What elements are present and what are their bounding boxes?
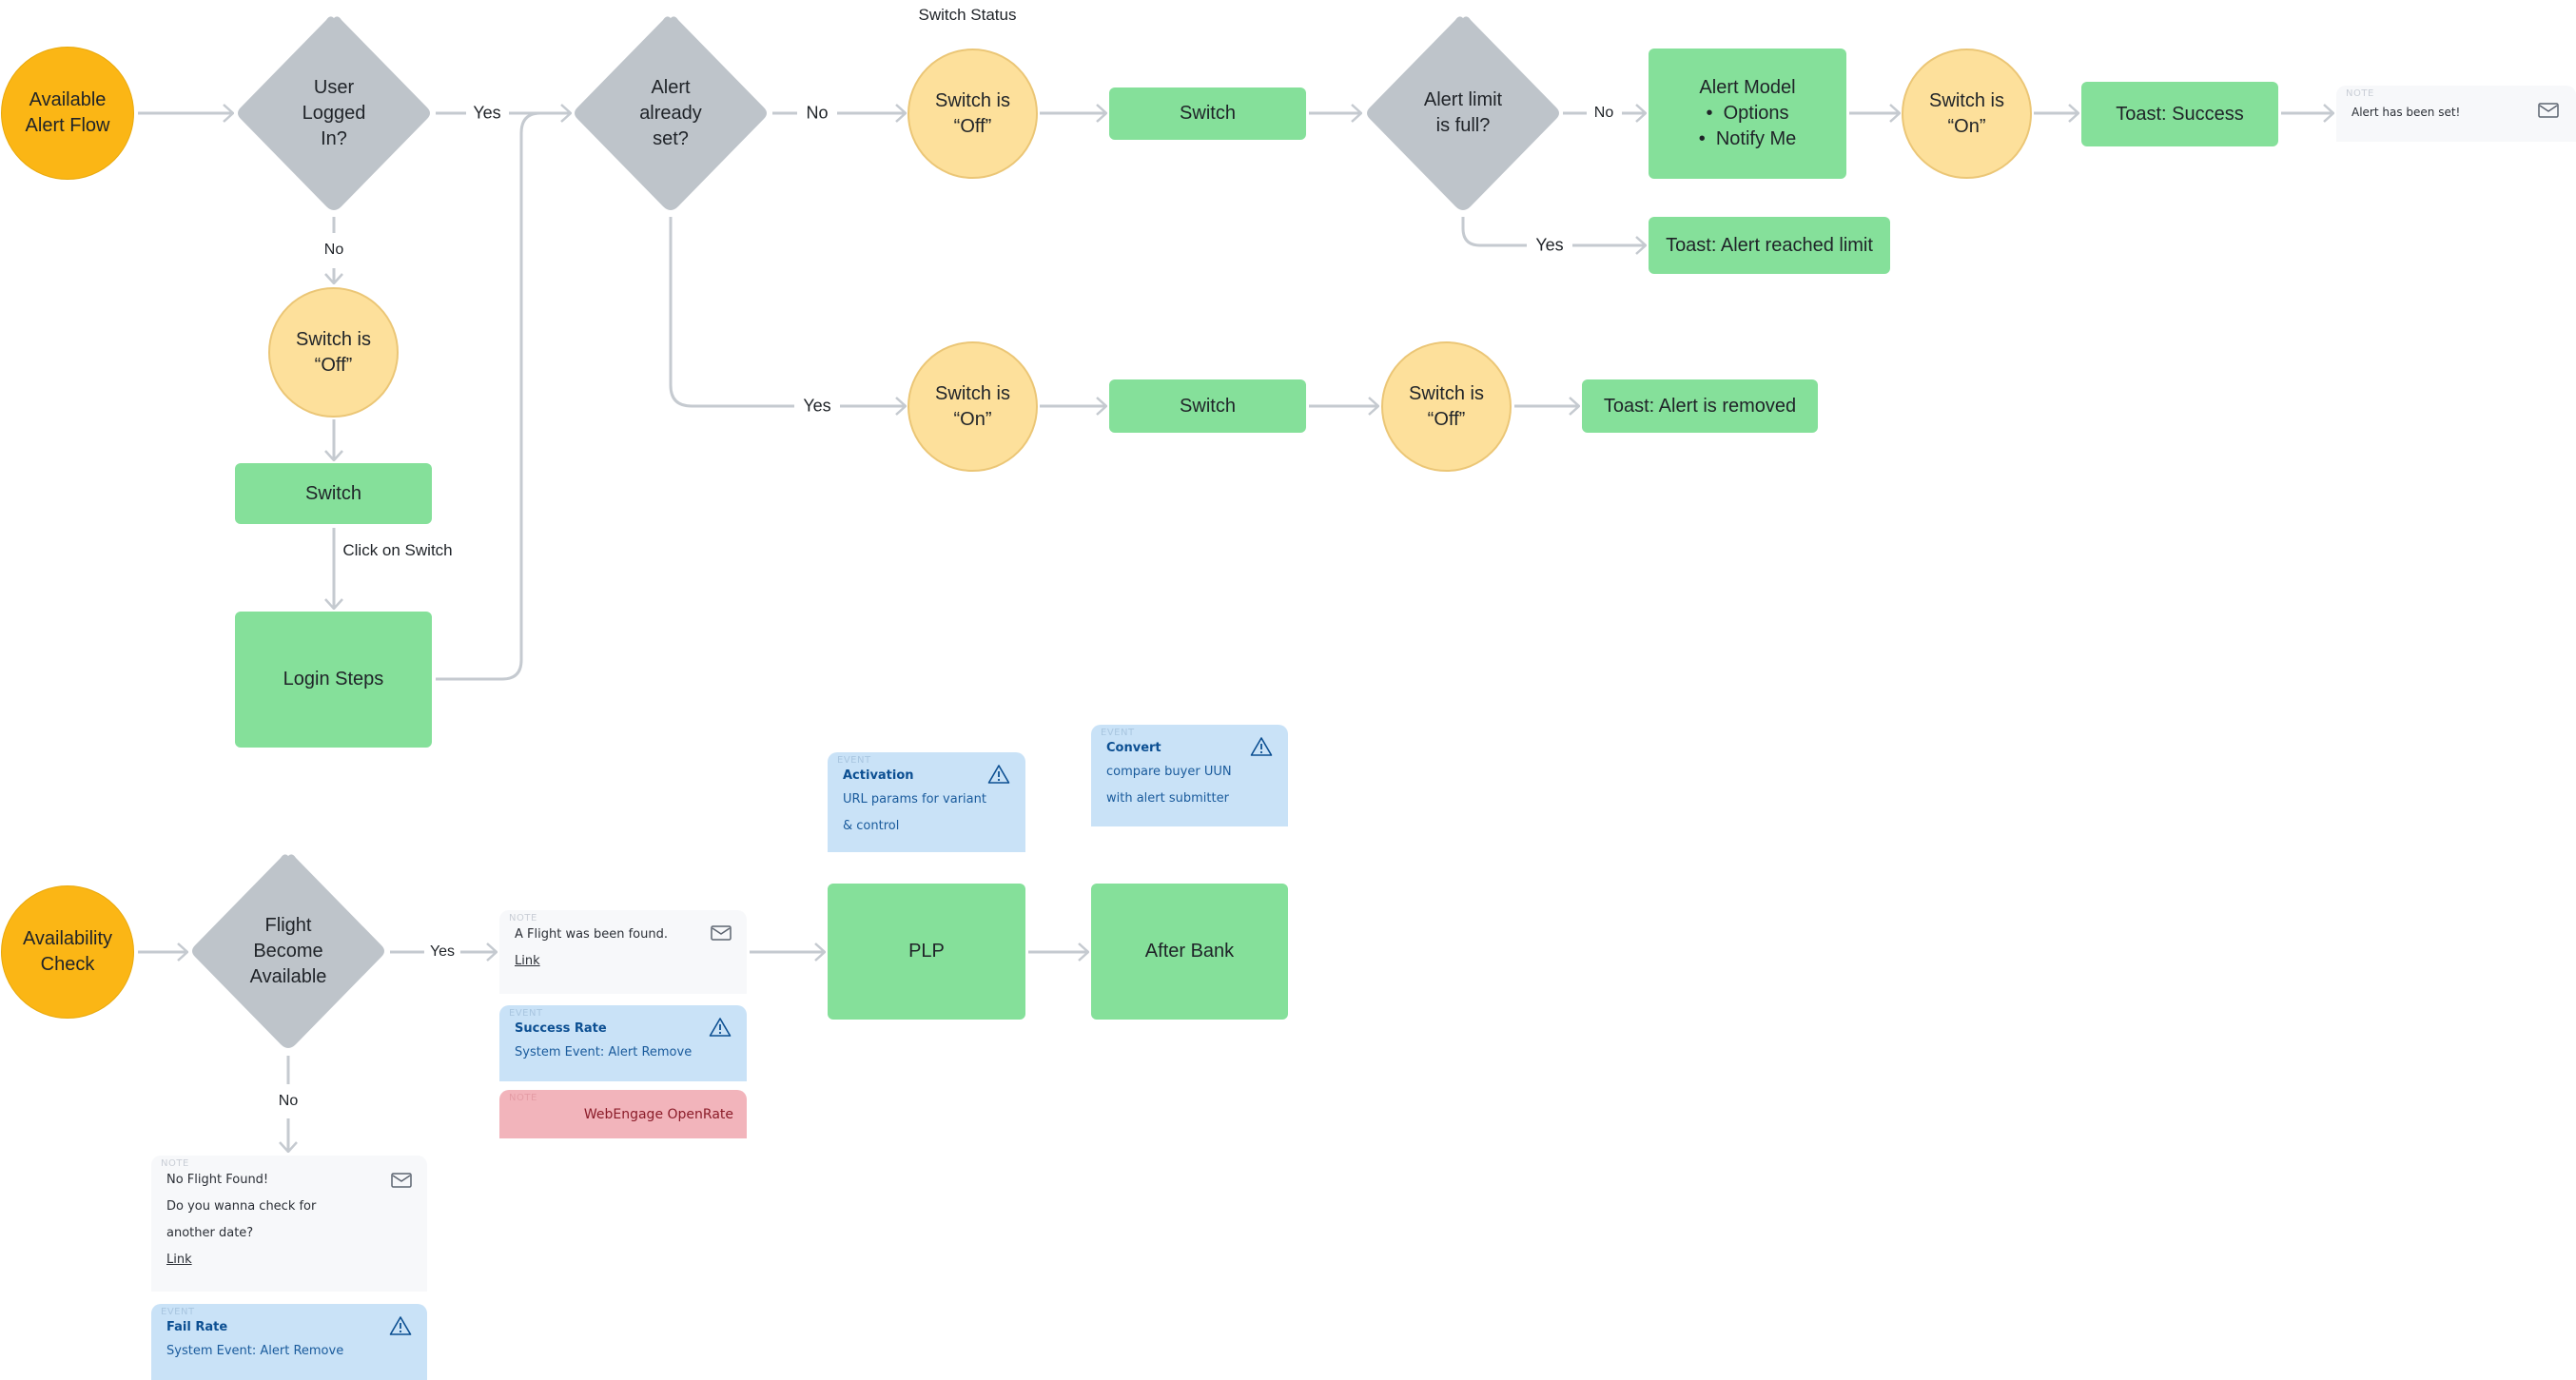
process-label: Switch xyxy=(1180,395,1236,417)
event-kind: EVENT xyxy=(1101,728,1135,738)
state-label: Switch is “On” xyxy=(1929,89,2004,137)
process-label: Switch xyxy=(1180,103,1236,124)
note-line2: Do you wanna check for another date? xyxy=(166,1199,317,1240)
envelope-icon xyxy=(711,925,732,941)
note-text: Alert has been set! xyxy=(2352,106,2461,119)
start-availability-check[interactable]: Availability Check xyxy=(1,885,134,1019)
state-switch-off-2[interactable]: Switch is “Off” xyxy=(1381,341,1512,472)
process-toast-removed[interactable]: Toast: Alert is removed xyxy=(1582,379,1818,433)
note-link[interactable]: Link xyxy=(515,954,540,968)
event-fail-rate[interactable]: EVENT Fail Rate System Event: Alert Remo… xyxy=(151,1304,427,1380)
process-toast-limit[interactable]: Toast: Alert reached limit xyxy=(1649,217,1890,274)
edge-label-no: No xyxy=(318,242,350,259)
event-title: Fail Rate xyxy=(166,1320,228,1334)
state-label: Switch is “Off” xyxy=(296,328,371,376)
edge-label-yes: Yes xyxy=(1530,235,1570,256)
process-alert-model[interactable]: Alert Model • Options • Notify Me xyxy=(1649,49,1846,179)
note-alert-set[interactable]: NOTE Alert has been set! xyxy=(2336,86,2576,142)
start-label: Available Alert Flow xyxy=(25,89,110,136)
event-kind: EVENT xyxy=(509,1008,543,1019)
note-no-flight[interactable]: NOTE No Flight Found! Do you wanna check… xyxy=(151,1156,427,1292)
process-label: Toast: Alert is removed xyxy=(1603,395,1797,417)
decision-label: Flight Become Available xyxy=(249,914,327,987)
process-label: Login Steps xyxy=(283,669,384,690)
state-switch-off-login[interactable]: Switch is “Off” xyxy=(268,287,399,418)
event-success-rate[interactable]: EVENT Success Rate System Event: Alert R… xyxy=(499,1005,747,1081)
process-label: PLP xyxy=(908,941,945,962)
edge-label-yes: Yes xyxy=(423,943,461,961)
state-label: Switch is “Off” xyxy=(935,89,1010,137)
process-after-bank[interactable]: After Bank xyxy=(1091,884,1288,1020)
event-text: URL params for variant & control xyxy=(843,792,986,833)
event-kind: EVENT xyxy=(837,755,871,766)
event-title: Success Rate xyxy=(515,1021,607,1036)
edge-label-no: No xyxy=(1588,105,1620,122)
alert-model-title: Alert Model xyxy=(1699,77,1796,98)
start-label: Availability Check xyxy=(22,928,113,975)
decision-label: Alert already set? xyxy=(639,76,702,149)
edge-label-no: No xyxy=(272,1093,304,1110)
state-switch-on-2[interactable]: Switch is “On” xyxy=(907,341,1038,472)
process-label: After Bank xyxy=(1144,941,1235,962)
event-activation[interactable]: EVENT Activation URL params for variant … xyxy=(828,752,1025,852)
envelope-icon xyxy=(2538,103,2559,118)
envelope-icon xyxy=(391,1173,412,1188)
edge-label-click-on-switch: Click on Switch xyxy=(342,541,453,559)
event-kind: EVENT xyxy=(161,1307,195,1317)
decision-label: Alert limit is full? xyxy=(1423,89,1503,136)
event-text: System Event: Alert Remove xyxy=(166,1344,344,1358)
start-available-alert-flow[interactable]: Available Alert Flow xyxy=(1,47,134,180)
process-label: Toast: Success xyxy=(2116,103,2244,125)
note-link[interactable]: Link xyxy=(166,1253,192,1267)
note-text: A Flight was been found. xyxy=(515,927,668,942)
switch-status-label: Switch Status xyxy=(918,6,1017,24)
process-label: Switch xyxy=(305,482,361,504)
edge-label-no: No xyxy=(800,103,834,124)
state-switch-on[interactable]: Switch is “On” xyxy=(1902,49,2032,179)
decision-alert-limit-full[interactable]: Alert limit is full? xyxy=(1364,14,1562,212)
note-kind: NOTE xyxy=(161,1158,189,1169)
warning-icon xyxy=(709,1018,732,1037)
process-switch[interactable]: Switch xyxy=(1109,87,1306,140)
process-login-steps[interactable]: Login Steps xyxy=(235,612,432,748)
decision-alert-already-set[interactable]: Alert already set? xyxy=(572,14,770,212)
event-text: compare buyer UUN with alert submitter xyxy=(1106,765,1232,806)
note-kind: NOTE xyxy=(509,1093,537,1103)
edge-label-yes: Yes xyxy=(467,103,507,124)
event-convert[interactable]: EVENT Convert compare buyer UUN with ale… xyxy=(1091,725,1288,826)
process-label: Toast: Alert reached limit xyxy=(1666,234,1873,256)
process-switch-2[interactable]: Switch xyxy=(1109,379,1306,433)
note-flight-found[interactable]: NOTE A Flight was been found. Link xyxy=(499,910,747,994)
warning-icon xyxy=(987,765,1010,784)
alert-model-option: • Options xyxy=(1706,103,1789,124)
alert-model-notify: • Notify Me xyxy=(1698,128,1797,149)
decision-flight-available[interactable]: Flight Become Available xyxy=(189,852,387,1050)
process-plp[interactable]: PLP xyxy=(828,884,1025,1020)
decision-user-logged-in[interactable]: User Logged In? xyxy=(235,14,433,212)
note-kind: NOTE xyxy=(2346,88,2374,99)
event-text: System Event: Alert Remove xyxy=(515,1045,693,1059)
state-switch-off[interactable]: Switch is “Off” xyxy=(907,49,1038,179)
process-toast-success[interactable]: Toast: Success xyxy=(2081,82,2278,146)
state-label: Switch is “Off” xyxy=(1409,382,1484,430)
edge-label-yes: Yes xyxy=(797,396,837,417)
state-label: Switch is “On” xyxy=(935,382,1010,430)
warning-icon xyxy=(1250,737,1273,756)
decision-label: User Logged In? xyxy=(302,76,366,149)
note-kind: NOTE xyxy=(509,913,537,923)
note-line1: No Flight Found! xyxy=(166,1173,269,1187)
edge-login-to-alert-set xyxy=(436,111,541,681)
warning-icon xyxy=(389,1316,412,1335)
process-switch-login[interactable]: Switch xyxy=(235,463,432,524)
note-text: WebEngage OpenRate xyxy=(583,1107,733,1122)
note-webengage-openrate[interactable]: NOTE WebEngage OpenRate xyxy=(499,1090,747,1138)
edge-alert-set-yes xyxy=(669,217,906,406)
